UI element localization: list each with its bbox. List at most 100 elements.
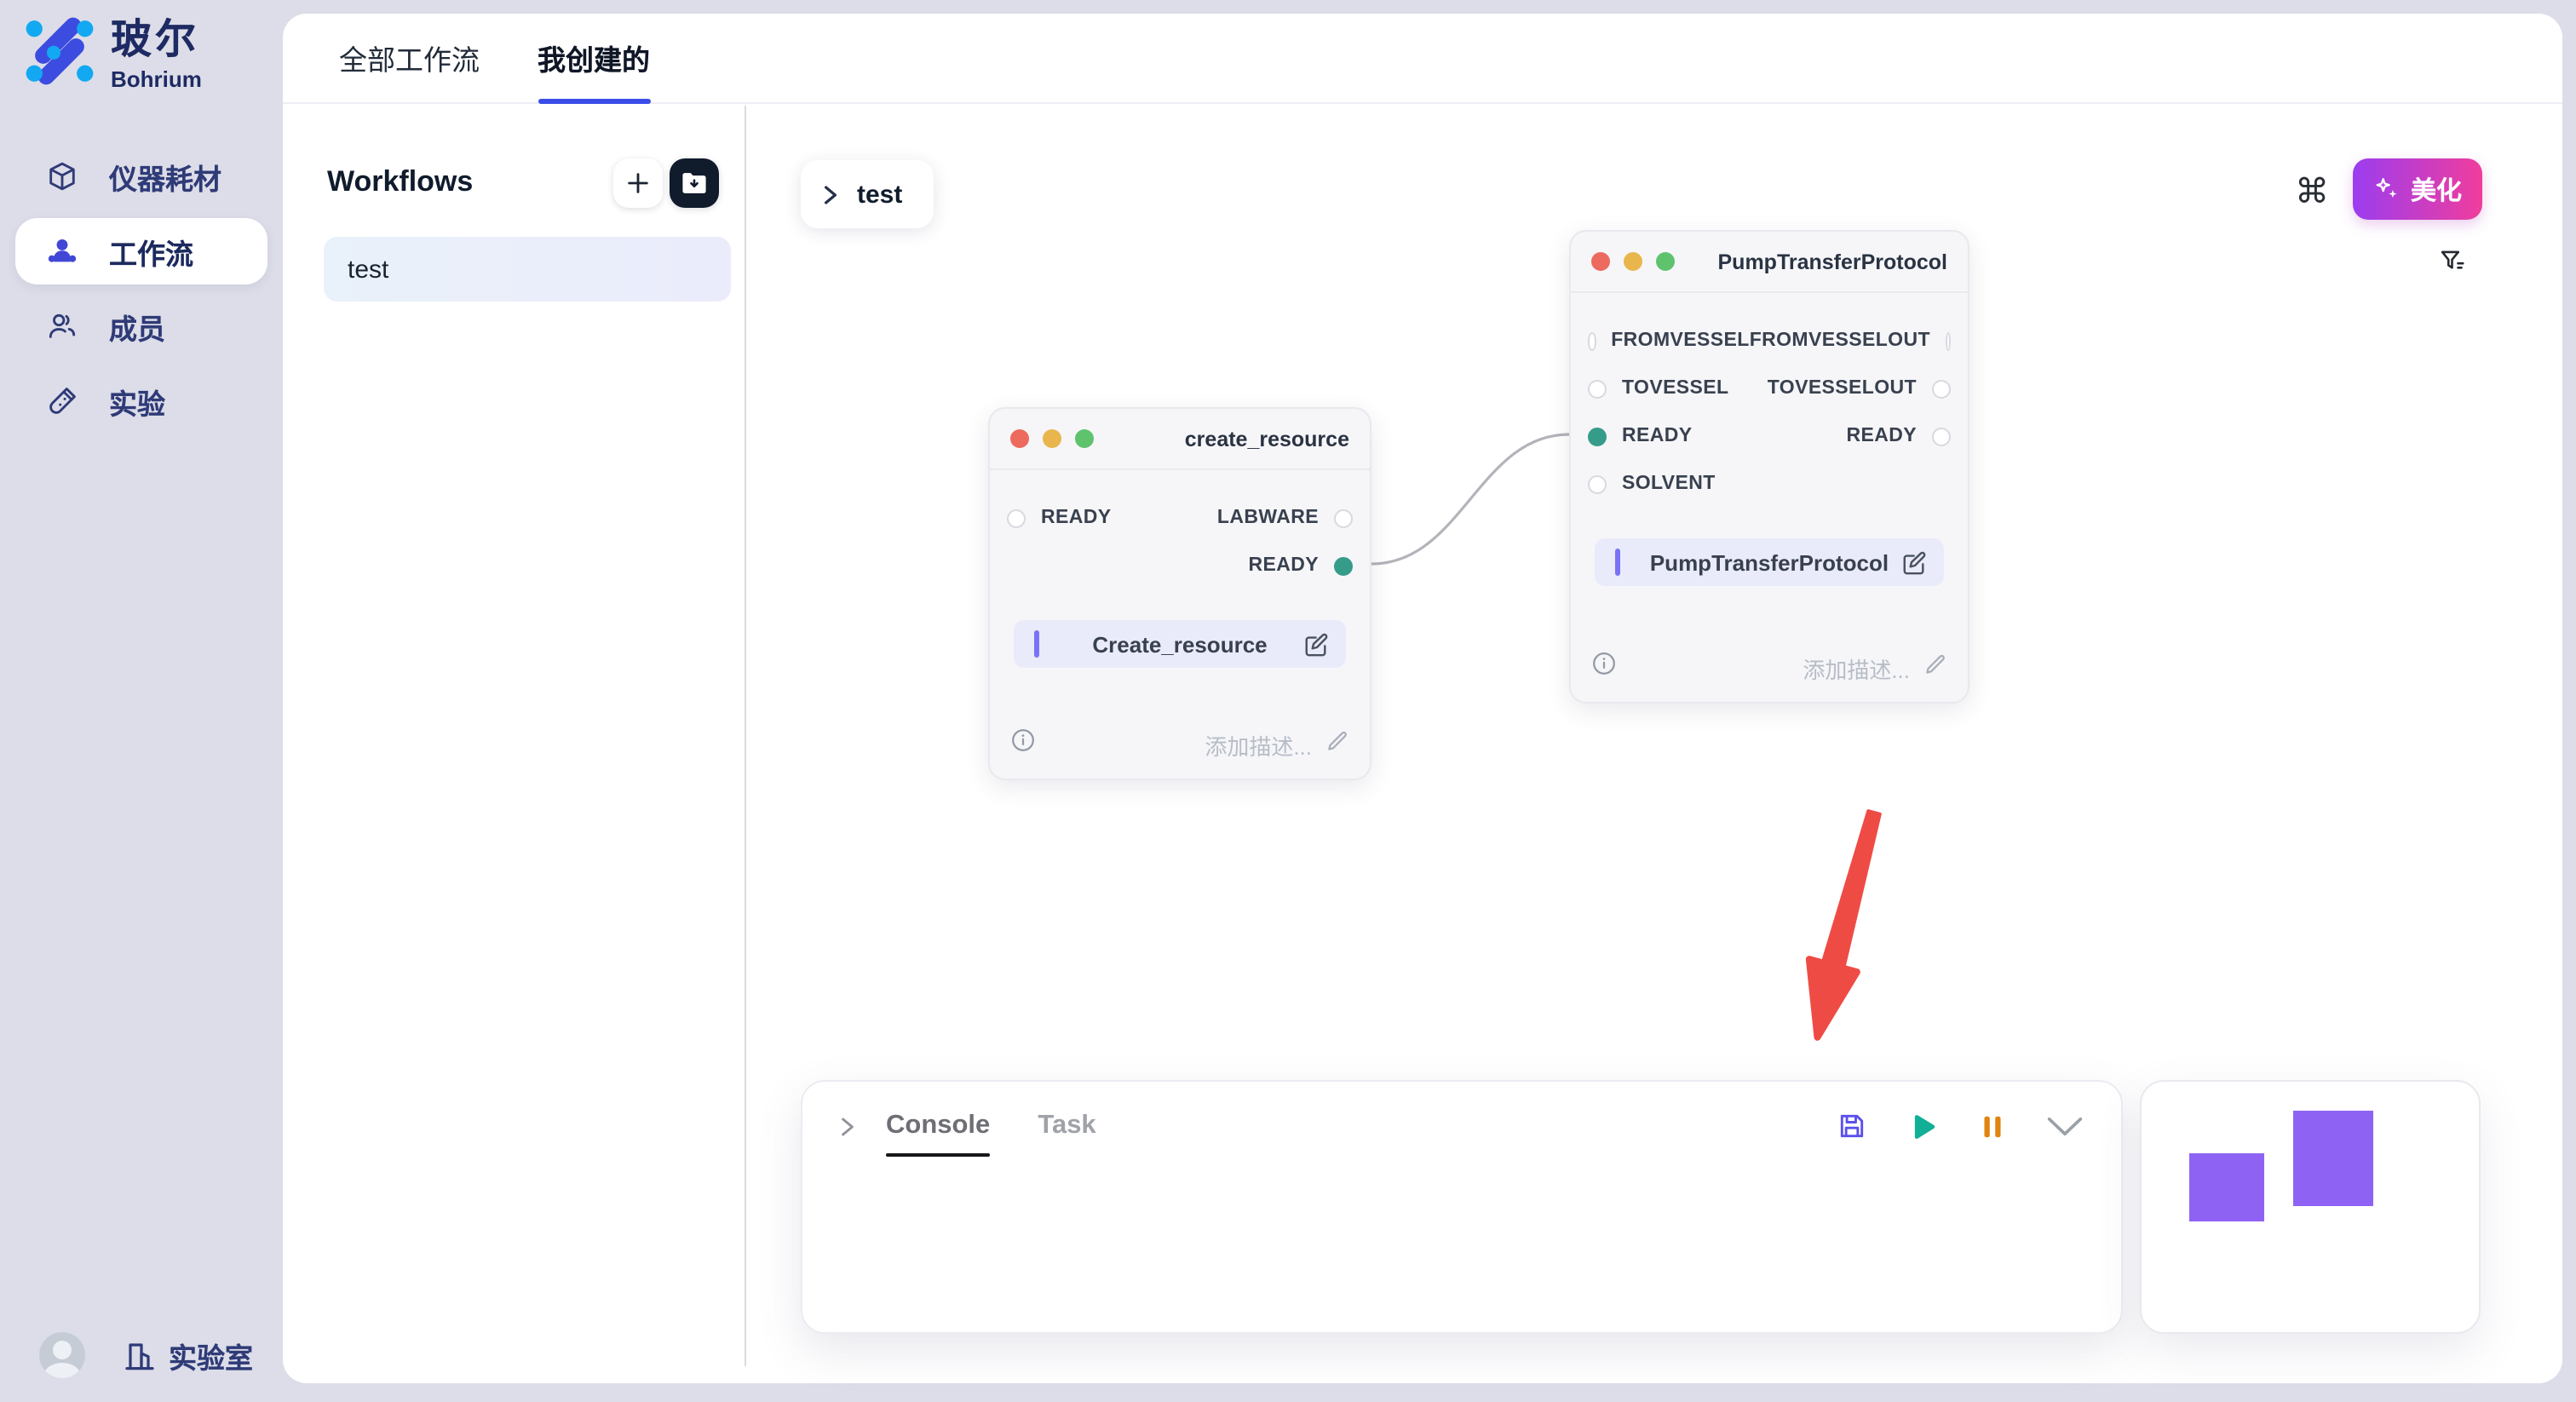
chevron-down-icon	[2046, 1115, 2084, 1137]
node-footer: 添加描述...	[1591, 651, 1947, 685]
input-port-tovessel[interactable]	[1588, 379, 1607, 398]
sidebar-item-label: 工作流	[109, 231, 193, 272]
tab-created-by-me[interactable]: 我创建的	[538, 14, 650, 102]
console-tab-task[interactable]: Task	[1038, 1099, 1095, 1153]
node-create_resource[interactable]: create_resourceREADYLABWAREREADYCreate_r…	[988, 407, 1371, 780]
filter-icon[interactable]	[2438, 247, 2467, 284]
output-port-fromvesselout[interactable]	[1946, 331, 1951, 350]
node-title: create_resource	[1094, 427, 1349, 451]
sparkles-icon	[2373, 175, 2401, 203]
pencil-icon[interactable]	[1923, 652, 1947, 684]
port-label: FROMVESSELOUT	[1750, 330, 1930, 351]
input-port-ready[interactable]	[1007, 509, 1026, 527]
output-port-labware[interactable]	[1334, 509, 1353, 527]
console-expand-icon[interactable]	[840, 1115, 855, 1137]
avatar[interactable]	[39, 1332, 85, 1378]
sidebar-item-label: 仪器耗材	[109, 156, 221, 197]
run-button[interactable]	[1906, 1110, 1939, 1142]
beautify-button[interactable]: 美化	[2353, 158, 2482, 220]
bohrium-logo-icon	[24, 15, 95, 87]
import-folder-button[interactable]	[670, 158, 719, 207]
pencil-icon[interactable]	[1325, 728, 1349, 761]
port-row: TOVESSELTOVESSELOUT	[1571, 365, 1968, 412]
minimap-node-rect	[2293, 1111, 2373, 1206]
node-action-label: PumpTransferProtocol	[1650, 549, 1889, 575]
info-icon[interactable]	[1591, 651, 1617, 685]
node-action-button[interactable]: PumpTransferProtocol	[1595, 538, 1944, 586]
active-tab-underline	[538, 98, 650, 104]
tab-label: 我创建的	[538, 37, 650, 78]
sidebar-item-workflows[interactable]: 工作流	[15, 218, 267, 284]
console-tab-console[interactable]: Console	[886, 1099, 990, 1153]
chevron-right-icon	[823, 183, 838, 205]
building-icon	[123, 1338, 157, 1372]
sidebar-item-label: 实验	[109, 381, 165, 422]
play-icon	[1906, 1110, 1939, 1142]
workflows-title: Workflows	[327, 165, 473, 199]
accent-bar	[1034, 630, 1039, 658]
app-root: 玻尔 Bohrium 仪器耗材工作流成员实验 实验室 全部工作流 我创建的 Wor…	[0, 0, 2576, 1402]
node-action-button[interactable]: Create_resource	[1014, 620, 1346, 668]
port-label: READY	[1846, 426, 1917, 446]
sidebar-item-members[interactable]: 成员	[15, 293, 267, 359]
beautify-label: 美化	[2411, 171, 2462, 207]
pause-button[interactable]	[1978, 1112, 2007, 1141]
console-panel: Console Task	[801, 1080, 2123, 1334]
port-label: READY	[1622, 426, 1693, 446]
experiment-icon	[46, 385, 78, 417]
sidebar-item-experiments[interactable]: 实验	[15, 368, 267, 434]
sidebar-nav: 仪器耗材工作流成员实验	[15, 143, 267, 443]
folder-download-icon	[680, 168, 709, 197]
console-tab-label: Task	[1038, 1111, 1095, 1141]
port-row: SOLVENT	[1571, 460, 1968, 508]
sidebar-item-label: 成员	[109, 306, 165, 347]
output-port-ready[interactable]	[1932, 427, 1951, 445]
accent-bar	[1615, 549, 1620, 576]
node-PumpTransferProtocol[interactable]: PumpTransferProtocol FROMVESSELFROMVESSEL…	[1569, 230, 1969, 704]
pause-icon	[1978, 1112, 2007, 1141]
port-row: FROMVESSELFROMVESSELOUT	[1571, 317, 1968, 365]
description-placeholder[interactable]: 添加描述...	[1803, 652, 1910, 684]
port-row: READY READY	[1571, 412, 1968, 460]
workflow-list: test	[324, 237, 731, 312]
sidebar-footer: 实验室	[39, 1332, 253, 1378]
add-workflow-button[interactable]	[613, 158, 663, 207]
edit-icon[interactable]	[1303, 631, 1329, 665]
info-icon[interactable]	[1010, 727, 1036, 761]
edit-icon[interactable]	[1901, 549, 1927, 583]
brand-name-cn: 玻尔	[111, 15, 202, 66]
minimap[interactable]	[2140, 1080, 2481, 1334]
tab-label: 全部工作流	[339, 37, 480, 78]
sidebar-item-instruments[interactable]: 仪器耗材	[15, 143, 267, 210]
breadcrumb[interactable]: test	[801, 160, 934, 228]
description-placeholder[interactable]: 添加描述...	[1205, 728, 1312, 761]
box-icon	[46, 160, 78, 192]
column-divider	[745, 106, 746, 1366]
tab-all-workflows[interactable]: 全部工作流	[339, 14, 480, 102]
workflow-icon	[46, 235, 78, 267]
output-port-tovesselout[interactable]	[1932, 379, 1951, 398]
collapse-console-button[interactable]	[2046, 1115, 2084, 1137]
members-icon	[46, 310, 78, 342]
port-label: TOVESSELOUT	[1768, 378, 1917, 399]
traffic-dots-icon	[1010, 429, 1094, 448]
input-port-solvent[interactable]	[1588, 474, 1607, 493]
traffic-dots-icon	[1591, 252, 1675, 271]
input-port-fromvessel[interactable]	[1588, 331, 1596, 350]
output-port-ready[interactable]	[1334, 556, 1353, 575]
brand-name-en: Bohrium	[111, 66, 202, 92]
workspace-tabs: 全部工作流 我创建的	[283, 14, 2562, 104]
port-row: READYLABWARE	[990, 494, 1370, 542]
console-tab-underline	[886, 1152, 990, 1157]
minimap-node-rect	[2189, 1153, 2264, 1221]
brand: 玻尔 Bohrium	[24, 15, 202, 92]
save-icon	[1837, 1111, 1867, 1141]
save-button[interactable]	[1837, 1111, 1867, 1141]
input-port-ready[interactable]	[1588, 427, 1607, 445]
breadcrumb-label: test	[857, 180, 902, 209]
console-tab-label: Console	[886, 1111, 990, 1141]
node-title: PumpTransferProtocol	[1675, 250, 1947, 273]
command-icon[interactable]: ⌘	[2295, 170, 2329, 211]
lab-label[interactable]: 实验室	[169, 1335, 253, 1376]
workflow-list-item[interactable]: test	[324, 237, 731, 302]
